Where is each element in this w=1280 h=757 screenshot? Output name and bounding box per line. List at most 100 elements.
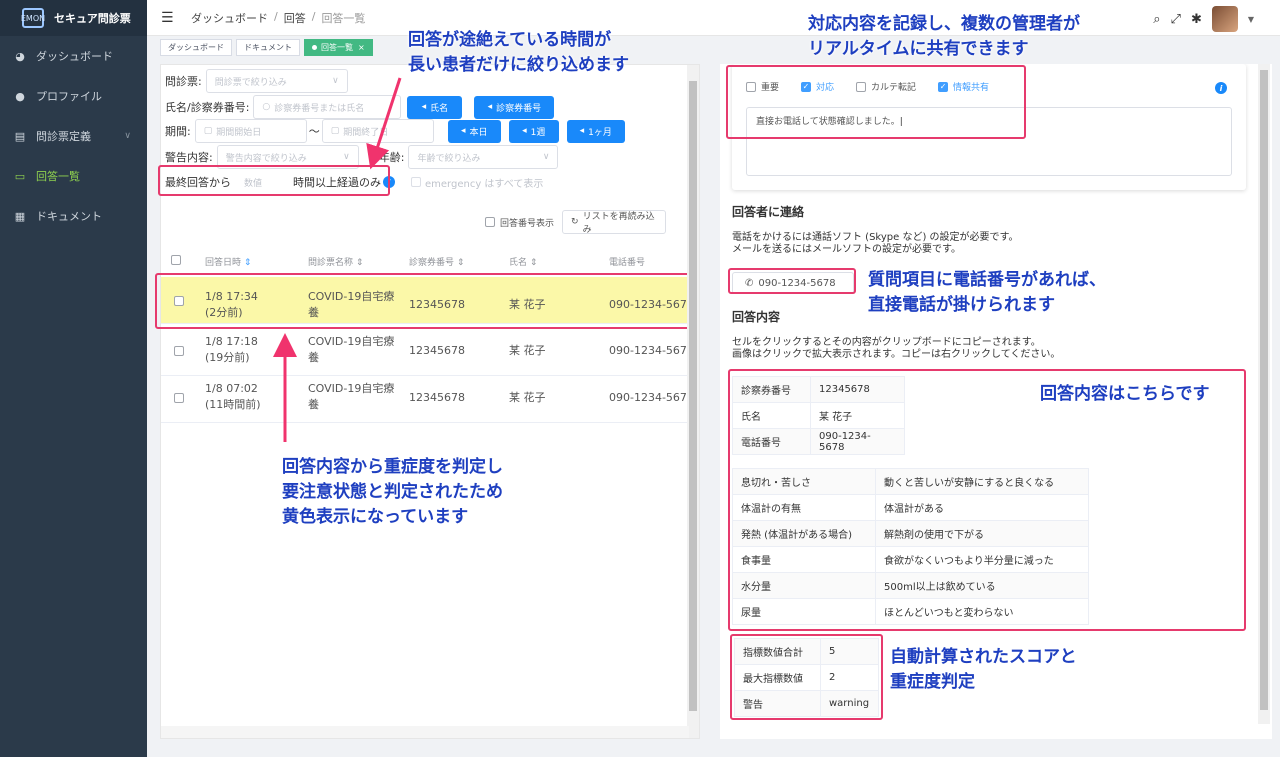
vertical-scrollbar[interactable] — [687, 65, 699, 738]
breadcrumb-separator: / — [274, 9, 278, 23]
row-phone: 090-1234-5678 — [609, 391, 694, 404]
breadcrumb-current: 回答一覧 — [321, 11, 366, 25]
answer-desc: 画像はクリックで拡大表示されます。コピーは右クリックしてください。 — [732, 349, 1061, 360]
breadcrumb-item[interactable]: ダッシュボード — [191, 10, 268, 26]
bug-icon[interactable]: ✱ — [1191, 12, 1202, 27]
col-phone: 電話番号 — [609, 255, 645, 268]
sidebar-item-label: プロファイル — [36, 90, 102, 103]
age-label: 年齢: — [378, 151, 405, 164]
highlight-box — [728, 369, 1246, 631]
highlight-box — [726, 65, 1026, 139]
today-button[interactable]: ◂ 本日 — [447, 119, 501, 143]
user-icon: ● — [15, 89, 25, 103]
sidebar-item-label: 問診票定義 — [36, 130, 91, 143]
name-placeholder: 診察券番号または氏名 — [274, 103, 365, 114]
scroll-thumb[interactable] — [689, 81, 697, 711]
tab-answers[interactable]: 回答一覧 × — [304, 39, 373, 56]
show-number-checkbox[interactable]: 回答番号表示 — [485, 216, 554, 229]
sidebar: EMON セキュア問診票 ◕ ダッシュボード ● プロファイル ▤ 問診票定義 … — [0, 0, 147, 757]
warning-placeholder: 警告内容で絞り込み — [225, 153, 307, 164]
name-search-button[interactable]: ◂ 氏名 — [407, 95, 463, 119]
questionnaire-label: 問診票: — [165, 75, 202, 88]
inbox-icon: ▭ — [14, 169, 26, 183]
row-checkbox[interactable] — [174, 393, 184, 403]
col-date[interactable]: 回答日時 ⇕ — [205, 255, 251, 268]
button-label: 1週 — [530, 127, 546, 138]
row-ago: (11時間前) — [205, 398, 261, 411]
sidebar-item-label: 回答一覧 — [36, 170, 80, 183]
breadcrumb-item[interactable]: 回答 — [284, 10, 306, 26]
reload-label: リストを再読み込み — [582, 212, 655, 235]
search-icon[interactable]: ⌕ — [1153, 12, 1160, 27]
tab-dashboard[interactable]: ダッシュボード — [160, 39, 232, 56]
sidebar-item-dashboard[interactable]: ◕ ダッシュボード — [0, 36, 147, 76]
sort-icon: ⇕ — [243, 258, 252, 268]
row-date: 1/8 07:02 — [205, 382, 258, 395]
age-placeholder: 年齢で絞り込み — [417, 153, 481, 164]
chevron-down-icon: ∨ — [332, 76, 339, 86]
calendar-icon: ▢ — [330, 126, 340, 136]
dashboard-icon: ◕ — [15, 49, 25, 63]
close-icon[interactable]: × — [358, 43, 365, 52]
answer-desc: セルをクリックするとその内容がクリップボードにコピーされます。 — [732, 337, 1041, 348]
period-start-input[interactable]: ▢ 期間開始日 — [194, 119, 307, 143]
warning-label: 警告内容: — [165, 151, 213, 164]
search-icon: ○ — [262, 102, 271, 112]
sidebar-item-profile[interactable]: ● プロファイル — [0, 76, 147, 116]
name-label: 氏名/診察券番号: — [165, 101, 250, 114]
right-vertical-scrollbar[interactable] — [1258, 64, 1270, 724]
avatar[interactable] — [1211, 6, 1238, 32]
sidebar-item-label: ドキュメント — [36, 210, 102, 223]
chevron-down-icon[interactable]: ▼ — [1248, 15, 1254, 24]
sidebar-item-questionnaire[interactable]: ▤ 問診票定義 ∨ — [0, 116, 147, 156]
hamburger-icon[interactable]: ☰ — [161, 10, 179, 26]
fullscreen-icon[interactable]: ⤢ — [1171, 12, 1181, 27]
scroll-thumb[interactable] — [1260, 70, 1268, 710]
col-card[interactable]: 診察券番号 ⇕ — [409, 255, 464, 268]
button-label: 診察券番号 — [496, 103, 542, 114]
period-tilde: 〜 — [308, 125, 320, 138]
top-bar: ☰ ダッシュボード / 回答 / 回答一覧 ⌕ ⤢ ✱ ▼ — [147, 0, 1280, 36]
row-checkbox[interactable] — [174, 346, 184, 356]
app-title: セキュア問診票 — [54, 12, 131, 25]
period-end-input[interactable]: ▢ 期間終了日 — [321, 119, 434, 143]
tab-label: ダッシュボード — [168, 43, 224, 52]
caret-left-icon: ◂ — [487, 102, 493, 112]
brand[interactable]: EMON セキュア問診票 — [0, 0, 147, 36]
table-row[interactable]: 1/8 07:02 (11時間前) COVID-19自宅療養 12345678 某… — [161, 376, 699, 423]
annotation-severity: 回答内容から重症度を判定し 要注意状態と判定されたため 黄色表示になっています — [282, 457, 503, 527]
horizontal-scrollbar[interactable] — [161, 726, 689, 738]
reload-button[interactable]: ↻ リストを再読み込み — [562, 210, 667, 235]
info-icon[interactable]: i — [1215, 82, 1227, 94]
sidebar-item-answers[interactable]: ▭ 回答一覧 — [0, 156, 147, 196]
col-questionnaire[interactable]: 問診票名称 ⇕ — [308, 255, 363, 268]
row-card: 12345678 — [409, 391, 465, 404]
highlight-box — [730, 634, 883, 720]
contact-title: 回答者に連絡 — [732, 205, 805, 219]
select-all-checkbox[interactable] — [171, 255, 181, 265]
tab-label: 回答一覧 — [321, 43, 353, 52]
period-label: 期間: — [165, 125, 191, 138]
contact-desc: 電話をかけるには通話ソフト (Skype など) の設定が必要です。 — [732, 232, 1019, 243]
header-label: 診察券番号 — [409, 258, 455, 268]
sidebar-item-documents[interactable]: ▦ ドキュメント — [0, 196, 147, 236]
highlight-box — [158, 165, 390, 196]
questionnaire-select[interactable]: 問診票で絞り込み ∨ — [205, 69, 348, 93]
calendar-icon: ▢ — [203, 126, 213, 136]
table-row[interactable]: 1/8 17:18 (19分前) COVID-19自宅療養 12345678 某 … — [161, 329, 699, 376]
month-button[interactable]: ◂ 1ヶ月 — [566, 119, 625, 143]
name-search-input[interactable]: ○ 診察券番号または氏名 — [253, 95, 402, 119]
period-start-placeholder: 期間開始日 — [216, 127, 262, 138]
checkbox-icon — [411, 177, 421, 187]
emergency-checkbox[interactable]: emergency はすべて表示 — [411, 175, 543, 190]
tab-bar: ダッシュボード ドキュメント 回答一覧 × — [160, 39, 373, 56]
age-select[interactable]: 年齢で絞り込み ∨ — [408, 145, 559, 169]
tab-label: ドキュメント — [244, 43, 292, 52]
card-search-button[interactable]: ◂ 診察券番号 — [474, 95, 555, 119]
button-label: 1ヶ月 — [588, 127, 612, 138]
breadcrumb-separator: / — [311, 9, 316, 23]
week-button[interactable]: ◂ 1週 — [508, 119, 559, 143]
tab-documents[interactable]: ドキュメント — [236, 39, 300, 56]
annotation-call: 質問項目に電話番号があれば、 直接電話が掛けられます — [868, 270, 1106, 315]
col-name[interactable]: 氏名 ⇕ — [509, 255, 537, 268]
